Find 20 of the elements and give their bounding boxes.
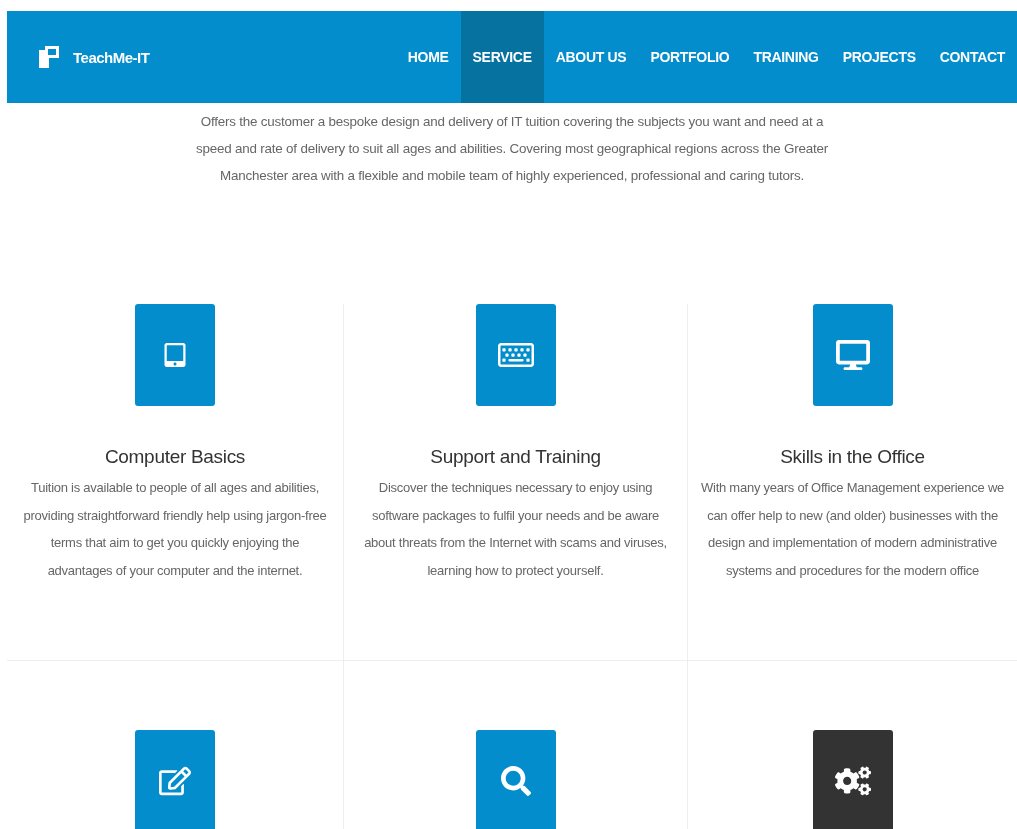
nav-link[interactable]: ABOUT US: [543, 11, 639, 103]
nav-link[interactable]: PORTFOLIO: [638, 11, 742, 103]
service-title: Support and Training: [430, 446, 601, 468]
logo-text: TeachMe-IT: [73, 48, 150, 66]
search-icon: [500, 766, 531, 796]
service-text: Tuition is available to people of all ages and abilities, providing straightforward friendly help using jargon-free terms that aim to get you quickly enjoying the advantages of your computer and the internet.: [22, 479, 328, 580]
tablet-icon: [163, 343, 187, 367]
service-title: Computer Basics: [104, 446, 246, 468]
nav-link[interactable]: TRAINING: [741, 11, 831, 103]
nav-link[interactable]: SERVICE: [460, 11, 544, 103]
service-text: With many years of Office Management experience we can offer help to new (and older) businesses with the design and implementation of modern administrative systems and procedures for the modern office: [700, 479, 1005, 580]
edit-icon: [159, 765, 191, 797]
intro-text: Offers the customer a bespoke design and delivery of IT tuition covering the subjects you want and need at a speed and rate of delivery to suit all ages and abilities. Covering most geographical regions across the Greater Manchester area with a flexible and mobile team of highly experienced, professional and caring tutors.: [195, 113, 829, 185]
monitor-icon: [835, 338, 870, 372]
service-text: Discover the techniques necessary to enjoy using software packages to fulfil your needs and be aware about threats from the Internet with scams and viruses, learning how to protect yourself.: [363, 479, 668, 580]
nav-link[interactable]: PROJECTS: [830, 11, 928, 103]
service-title: Skills in the Office: [780, 446, 925, 468]
nav-link[interactable]: HOME: [395, 11, 461, 103]
nav-link[interactable]: CONTACT: [927, 11, 1017, 103]
logo-icon: [39, 46, 59, 68]
